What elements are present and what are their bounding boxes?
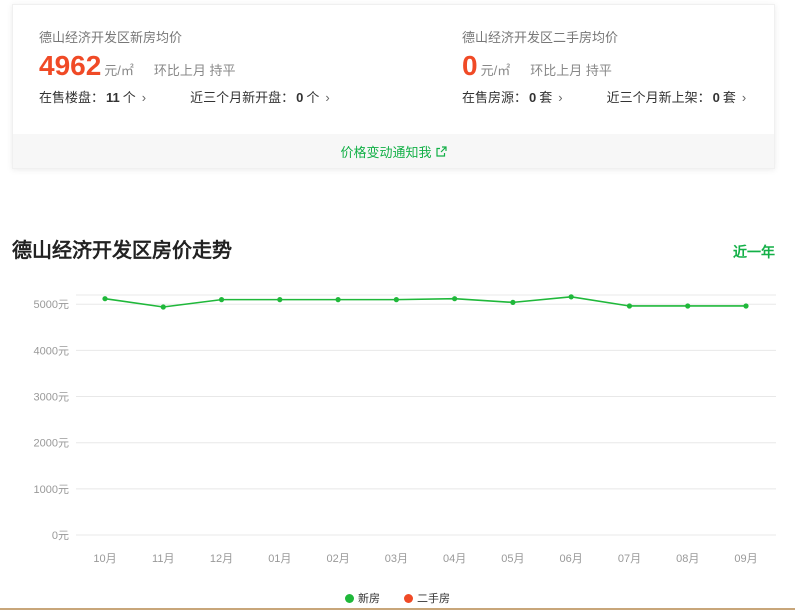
- new-house-mom: 环比上月 持平: [153, 63, 236, 78]
- on-sale-listings-suffix: 套: [539, 90, 553, 105]
- second-hand-summary: 德山经济开发区二手房均价 0 元/㎡ 环比上月 持平 在售房源： 0 套 › 近…: [462, 29, 746, 107]
- data-point: [685, 303, 691, 309]
- new-openings-link[interactable]: 近三个月新开盘： 0 个 ›: [190, 89, 330, 107]
- x-tick-label: 06月: [560, 553, 583, 565]
- new-house-summary: 德山经济开发区新房均价 4962 元/㎡ 环比上月 持平 在售楼盘： 11 个 …: [39, 29, 330, 107]
- chart-legend: 新房 二手房: [0, 590, 795, 606]
- x-tick-label: 03月: [385, 553, 408, 565]
- new-house-stats: 在售楼盘： 11 个 › 近三个月新开盘： 0 个 ›: [39, 89, 330, 107]
- new-listings-label: 近三个月新上架：: [606, 90, 711, 105]
- new-listings-value: 0: [712, 90, 720, 105]
- data-point: [393, 297, 399, 303]
- on-sale-projects-value: 11: [106, 90, 120, 105]
- on-sale-listings-value: 0: [529, 90, 537, 105]
- chevron-right-icon: ›: [741, 90, 747, 105]
- y-tick-label: 0元: [52, 530, 69, 542]
- new-house-price: 4962: [39, 50, 102, 81]
- on-sale-listings-link[interactable]: 在售房源： 0 套 ›: [462, 89, 563, 107]
- y-tick-label: 1000元: [34, 484, 69, 496]
- new-house-unit: 元/㎡: [104, 63, 134, 78]
- notify-label: 价格变动通知我: [340, 144, 432, 160]
- data-point: [335, 297, 341, 303]
- on-sale-listings-label: 在售房源：: [462, 90, 528, 105]
- second-hand-title: 德山经济开发区二手房均价: [462, 30, 619, 45]
- x-tick-label: 10月: [93, 553, 116, 565]
- legend-new-dot: [345, 593, 354, 603]
- y-tick-label: 4000元: [34, 345, 69, 357]
- data-point: [510, 299, 516, 305]
- data-point: [218, 297, 225, 303]
- external-link-icon: [435, 145, 447, 157]
- new-house-price-row: 4962 元/㎡ 环比上月 持平: [39, 51, 330, 83]
- new-openings-suffix: 个: [306, 90, 320, 105]
- data-point: [452, 296, 458, 302]
- on-sale-projects-label: 在售楼盘：: [39, 90, 105, 105]
- on-sale-projects-suffix: 个: [122, 90, 136, 105]
- y-tick-label: 3000元: [34, 392, 69, 404]
- second-hand-price-row: 0 元/㎡ 环比上月 持平: [462, 51, 746, 83]
- second-hand-unit: 元/㎡: [480, 63, 511, 78]
- legend-second-dot: [404, 593, 413, 603]
- period-selector[interactable]: 近一年: [733, 242, 775, 262]
- price-change-notify-button[interactable]: 价格变动通知我: [13, 134, 774, 168]
- x-tick-label: 02月: [326, 553, 349, 565]
- x-tick-label: 01月: [268, 553, 291, 565]
- x-tick-label: 07月: [618, 553, 641, 565]
- new-listings-link[interactable]: 近三个月新上架： 0 套 ›: [607, 89, 747, 107]
- y-tick-label: 5000元: [34, 299, 69, 311]
- second-hand-mom: 环比上月 持平: [530, 63, 612, 78]
- data-point: [568, 294, 574, 300]
- chevron-right-icon: ›: [141, 90, 147, 105]
- second-hand-price: 0: [462, 50, 478, 81]
- x-tick-label: 04月: [443, 553, 466, 565]
- data-point: [743, 303, 749, 309]
- x-tick-label: 09月: [734, 553, 757, 565]
- new-openings-label: 近三个月新开盘：: [190, 90, 295, 105]
- legend-second-label: 二手房: [417, 593, 450, 605]
- on-sale-projects-link[interactable]: 在售楼盘： 11 个 ›: [39, 89, 146, 107]
- chevron-right-icon: ›: [325, 90, 330, 105]
- chevron-right-icon: ›: [558, 90, 563, 105]
- x-tick-label: 12月: [210, 553, 233, 565]
- x-tick-label: 08月: [676, 553, 699, 565]
- trend-title: 德山经济开发区房价走势: [12, 240, 232, 262]
- legend-new-house[interactable]: 新房: [345, 590, 380, 606]
- data-point: [160, 304, 166, 310]
- data-point: [102, 296, 108, 302]
- second-hand-stats: 在售房源： 0 套 › 近三个月新上架： 0 套 ›: [462, 89, 746, 107]
- series-line-new: [104, 296, 746, 308]
- new-openings-value: 0: [296, 90, 304, 105]
- new-listings-suffix: 套: [722, 90, 736, 105]
- legend-second-hand[interactable]: 二手房: [404, 590, 450, 606]
- legend-new-label: 新房: [358, 593, 380, 605]
- data-point: [626, 303, 633, 309]
- x-tick-label: 11月: [152, 553, 174, 565]
- price-summary-card: 德山经济开发区新房均价 4962 元/㎡ 环比上月 持平 在售楼盘： 11 个 …: [12, 4, 775, 169]
- new-house-title: 德山经济开发区新房均价: [39, 30, 183, 45]
- price-trend-chart: 0元 1000元 2000元 3000元 4000元 5000元 10月 11月 12月 01月 0…: [34, 294, 776, 565]
- data-point: [277, 297, 283, 303]
- x-tick-label: 05月: [501, 553, 524, 565]
- y-tick-label: 2000元: [34, 438, 69, 450]
